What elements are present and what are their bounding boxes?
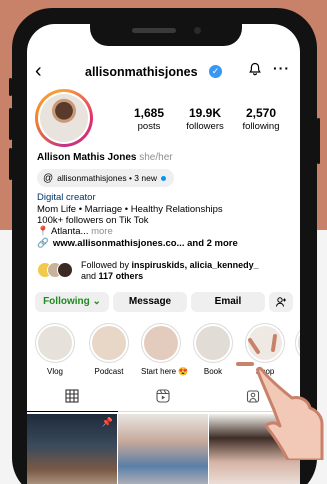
highlight-label: Book [203,367,223,376]
post-thumbnail[interactable]: 📌 [27,414,117,484]
reels-icon[interactable] [156,389,170,406]
location-pin-icon: 📍 [37,226,49,237]
stat-followers-value: 19.9K [188,106,222,120]
message-button[interactable]: Message [113,292,187,312]
active-tab-indicator [27,411,118,412]
highlight-label: Vlog [46,367,63,376]
phone-side-button [9,108,12,140]
highlight-cover [144,326,178,360]
chevron-left-icon[interactable]: ‹ [35,60,42,82]
phone-side-button [317,118,320,164]
post-thumbnail[interactable] [118,414,208,484]
avatar-image [40,94,88,142]
followed-by-names: inspiruskids, alicia_kennedy_ [131,260,259,270]
stat-following[interactable]: 2,570 following [233,106,289,132]
stat-following-label: following [242,121,280,132]
highlight-cover [92,326,126,360]
full-name-text: Allison Mathis Jones [37,152,137,163]
phone-camera [194,27,201,34]
pinned-icon: 📌 [101,417,113,427]
followed-by-prefix: Followed by [81,260,130,270]
email-button[interactable]: Email [191,292,265,312]
phone-notch [90,16,242,46]
highlight-ring [89,323,129,363]
threads-badge-text: allisonmathisjones • 3 new [57,173,157,183]
more-icon[interactable]: ··· [273,60,290,76]
highlight-ring [193,323,233,363]
highlight-label: Start here 😍 [141,367,189,376]
profile-full-name: Allison Mathis Jones she/her [37,152,173,163]
stat-followers[interactable]: 19.9K followers [177,106,233,132]
highlight-cover [196,326,230,360]
hand-pointer-icon [236,334,324,460]
phone-side-button [9,78,12,96]
link-icon: 🔗 [37,238,49,249]
highlight-ring [35,323,75,363]
highlight-start-here[interactable]: Start here 😍 [141,323,189,376]
new-dot-icon [161,175,166,181]
followed-by-others: 117 others [98,271,144,281]
threads-badge[interactable]: @ allisonmathisjones • 3 new [37,169,174,187]
following-button-label: Following [43,296,90,307]
bell-icon[interactable] [248,62,262,79]
profile-link[interactable]: 🔗 www.allisonmathisjones.co... and 2 more [37,238,238,249]
grid-icon[interactable] [65,389,79,406]
follower-avatar [57,262,73,278]
stat-posts-value: 1,685 [133,106,165,120]
verified-badge-icon: ✓ [209,65,222,78]
stat-following-value: 2,570 [245,106,277,120]
highlight-vlog[interactable]: Vlog [35,323,75,376]
avatar-frame [38,92,90,144]
following-button[interactable]: Following ⌄ [35,292,109,312]
highlight-podcast[interactable]: Podcast [89,323,129,376]
followed-by-text: Followed by inspiruskids, alicia_kennedy… [81,260,259,282]
highlight-cover [38,326,72,360]
pronouns-text: she/her [139,152,173,163]
bio-line: Mom Life • Marriage • Healthy Relationsh… [37,204,223,215]
highlight-ring [141,323,181,363]
phone-speaker [132,28,176,33]
stat-followers-label: followers [186,121,224,132]
threads-icon: @ [43,172,54,184]
highlight-book[interactable]: Book [193,323,233,376]
followed-by-mid: and [81,271,97,281]
profile-link-text: www.allisonmathisjones.co... and 2 more [52,238,238,249]
avatar[interactable] [35,89,93,147]
bio-location-row[interactable]: 📍 Atlanta... more [37,226,113,237]
profile-category: Digital creator [37,192,96,203]
bio-line: Atlanta... [50,226,89,237]
chevron-down-icon: ⌄ [92,296,101,307]
followed-by[interactable]: Followed by inspiruskids, alicia_kennedy… [37,260,297,284]
add-person-icon[interactable] [269,292,293,312]
phone-side-button [9,148,12,180]
bio-line: 100k+ followers on Tik Tok [37,215,149,226]
stat-posts-label: posts [137,121,161,132]
profile-username: allisonmathisjones [85,65,198,79]
bio-more-link[interactable]: more [91,226,113,237]
highlight-label: Podcast [94,367,124,376]
stat-posts[interactable]: 1,685 posts [125,106,173,132]
profile-header: ‹ allisonmathisjones ✓ ··· [27,60,300,84]
